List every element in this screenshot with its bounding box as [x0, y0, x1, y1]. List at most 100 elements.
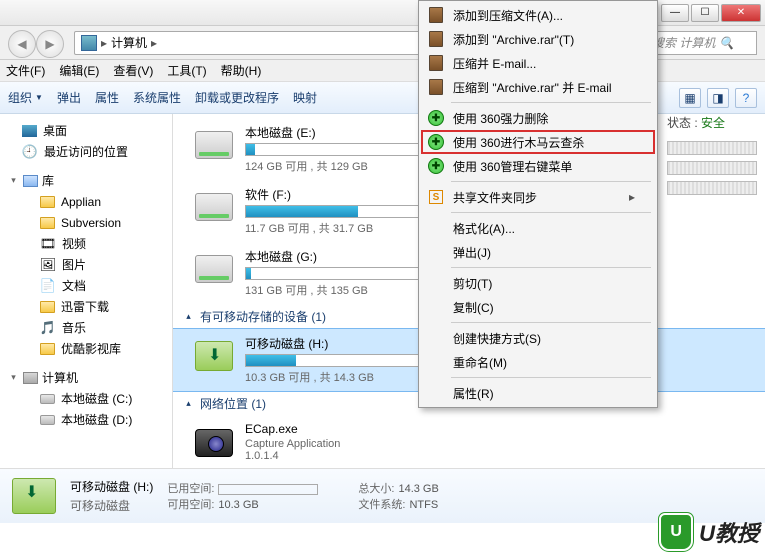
- menu-help[interactable]: 帮助(H): [221, 62, 262, 79]
- nav-applian[interactable]: Applian: [0, 191, 172, 212]
- collapse-icon[interactable]: ▴: [183, 311, 194, 322]
- ctx-shortcut[interactable]: 创建快捷方式(S): [421, 326, 655, 350]
- status-bar: 可移动磁盘 (H:) 可移动磁盘 已用空间: 可用空间:10.3 GB 总大小:…: [0, 468, 765, 523]
- nav-disk-c[interactable]: 本地磁盘 (C:): [0, 388, 172, 409]
- forward-button[interactable]: ▶: [36, 30, 64, 58]
- music-icon: 🎵: [40, 320, 56, 336]
- menu-tools[interactable]: 工具(T): [167, 62, 206, 79]
- ctx-format[interactable]: 格式化(A)...: [421, 216, 655, 240]
- chevron-right-icon: ▸: [151, 36, 157, 50]
- fs-value: NTFS: [409, 499, 438, 511]
- nav-computer[interactable]: ▾计算机: [0, 367, 172, 388]
- rar-icon: [429, 7, 443, 23]
- capacity-bar: [245, 354, 425, 367]
- tb-sysprops[interactable]: 系统属性: [133, 89, 181, 106]
- ctx-add-archive[interactable]: 添加到压缩文件(A)...: [421, 3, 655, 27]
- nav-disk-d[interactable]: 本地磁盘 (D:): [0, 409, 172, 430]
- nav-pictures[interactable]: 🖼图片: [0, 254, 172, 275]
- separator: [451, 212, 651, 213]
- search-icon: 🔍: [719, 36, 734, 50]
- nav-recent[interactable]: 🕘最近访问的位置: [0, 141, 172, 162]
- tb-uninstall[interactable]: 卸载或更改程序: [195, 89, 279, 106]
- close-button[interactable]: ✕: [721, 4, 761, 22]
- folder-icon: [40, 196, 55, 208]
- nav-desktop[interactable]: 桌面: [0, 120, 172, 141]
- expander-icon[interactable]: ▾: [8, 372, 19, 383]
- used-label: 已用空间:: [167, 483, 218, 495]
- collapse-icon[interactable]: ▴: [183, 398, 194, 409]
- nav-video[interactable]: 🎞视频: [0, 233, 172, 254]
- view-mode-button[interactable]: ▦: [679, 88, 701, 108]
- folder-icon: [40, 301, 55, 313]
- watermark: U U教授: [659, 513, 759, 551]
- ctx-360-force-delete[interactable]: ✚使用 360强力删除: [421, 106, 655, 130]
- status-title: 可移动磁盘 (H:): [70, 478, 153, 495]
- ctx-add-to-rar[interactable]: 添加到 "Archive.rar"(T): [421, 27, 655, 51]
- preview-pane-button[interactable]: ◨: [707, 88, 729, 108]
- rar-icon: [429, 31, 443, 47]
- watermark-shield-icon: U: [659, 513, 693, 551]
- folder-icon: [40, 217, 55, 229]
- folder-icon: [40, 343, 55, 355]
- nav-youku[interactable]: 优酷影视库: [0, 338, 172, 359]
- tb-properties[interactable]: 属性: [95, 89, 119, 106]
- status-label: 状态 :: [667, 116, 698, 130]
- ctx-360-trojan-scan[interactable]: ✚使用 360进行木马云查杀: [421, 130, 655, 154]
- back-button[interactable]: ◀: [8, 30, 36, 58]
- help-button[interactable]: ?: [735, 88, 757, 108]
- ctx-rename[interactable]: 重命名(M): [421, 350, 655, 374]
- free-value: 10.3 GB: [218, 499, 258, 511]
- nav-xunlei[interactable]: 迅雷下载: [0, 296, 172, 317]
- nav-pane: 桌面 🕘最近访问的位置 ▾库 Applian Subversion 🎞视频 🖼图…: [0, 114, 173, 468]
- search-input[interactable]: 搜索 计算机 🔍: [647, 31, 757, 55]
- nav-documents[interactable]: 📄文档: [0, 275, 172, 296]
- disk-icon: [40, 415, 55, 425]
- menu-edit[interactable]: 编辑(E): [59, 62, 99, 79]
- maximize-button[interactable]: ☐: [691, 4, 719, 22]
- ctx-360-manage-menu[interactable]: ✚使用 360管理右键菜单: [421, 154, 655, 178]
- usb-drive-icon: [195, 341, 233, 371]
- security-panel: 状态 : 安全: [667, 114, 757, 195]
- hdd-icon: [195, 193, 233, 221]
- minimize-button[interactable]: —: [661, 4, 689, 22]
- ctx-compress-to-email[interactable]: 压缩到 "Archive.rar" 并 E-mail: [421, 75, 655, 99]
- usb-drive-icon: [12, 478, 56, 514]
- capacity-bar: [245, 143, 425, 156]
- menu-file[interactable]: 文件(F): [6, 62, 45, 79]
- nav-music[interactable]: 🎵音乐: [0, 317, 172, 338]
- nav-subversion[interactable]: Subversion: [0, 212, 172, 233]
- search-placeholder: 搜索 计算机: [652, 34, 715, 51]
- tb-eject[interactable]: 弹出: [57, 89, 81, 106]
- tb-organize[interactable]: 组织▼: [8, 89, 43, 106]
- tb-mapdrive[interactable]: 映射: [293, 89, 317, 106]
- ctx-share-sync[interactable]: S共享文件夹同步▸: [421, 185, 655, 209]
- rar-icon: [429, 55, 443, 71]
- separator: [451, 322, 651, 323]
- separator: [451, 181, 651, 182]
- ecap-item[interactable]: ECap.exe Capture Application 1.0.1.4: [173, 416, 765, 468]
- expander-icon[interactable]: ▾: [8, 175, 19, 186]
- separator: [451, 267, 651, 268]
- disk-icon: [40, 394, 55, 404]
- rar-icon: [429, 79, 443, 95]
- hdd-icon: [195, 255, 233, 283]
- recent-icon: 🕘: [22, 144, 38, 160]
- fs-label: 文件系统:: [358, 499, 409, 511]
- ctx-compress-email[interactable]: 压缩并 E-mail...: [421, 51, 655, 75]
- ctx-eject[interactable]: 弹出(J): [421, 240, 655, 264]
- 360-icon: ✚: [428, 110, 444, 126]
- menu-view[interactable]: 查看(V): [113, 62, 153, 79]
- computer-icon: [23, 372, 38, 384]
- panel-bar: [667, 141, 757, 155]
- ctx-properties[interactable]: 属性(R): [421, 381, 655, 405]
- total-label: 总大小:: [358, 483, 398, 495]
- pictures-icon: 🖼: [40, 257, 56, 273]
- ctx-cut[interactable]: 剪切(T): [421, 271, 655, 295]
- 360-icon: ✚: [428, 134, 444, 150]
- item-desc: Capture Application: [245, 438, 755, 450]
- ctx-copy[interactable]: 复制(C): [421, 295, 655, 319]
- sync-icon: S: [429, 190, 443, 204]
- nav-libraries[interactable]: ▾库: [0, 170, 172, 191]
- item-name: ECap.exe: [245, 422, 755, 436]
- watermark-text: U教授: [699, 516, 759, 548]
